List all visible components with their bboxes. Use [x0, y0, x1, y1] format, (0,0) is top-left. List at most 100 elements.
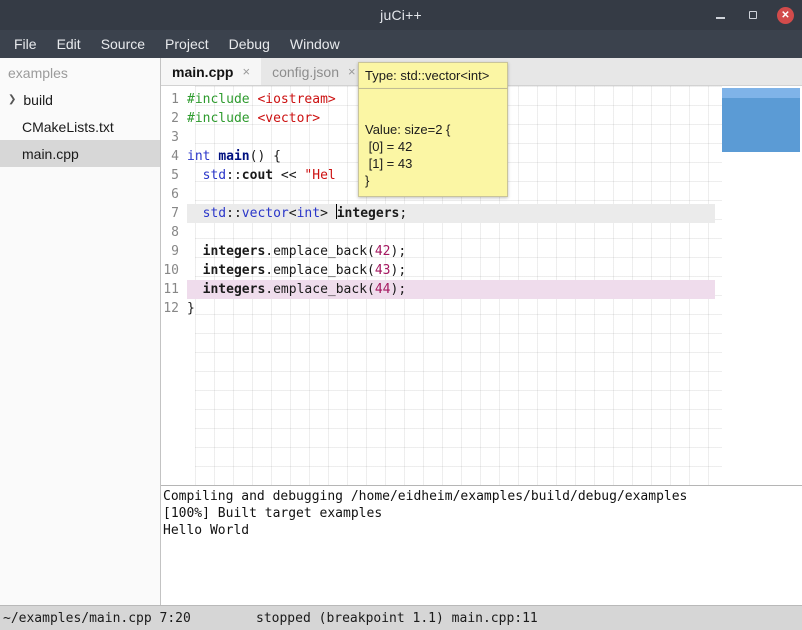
status-file-position: ~/examples/main.cpp 7:20 [0, 611, 191, 626]
code-token: .emplace_back( [265, 244, 375, 259]
tree-item-build[interactable]: ❯ build [0, 86, 160, 113]
code-token: 44 [375, 282, 391, 297]
code-line[interactable]: integers.emplace_back(44); [187, 280, 715, 299]
project-name: examples [0, 58, 160, 86]
code-token: :: [226, 206, 242, 221]
code-token: #include [187, 92, 257, 107]
code-token: integers [337, 206, 400, 221]
tab-config-json[interactable]: config.json × [261, 58, 367, 85]
code-token: "Hel [304, 168, 335, 183]
code-token: } [187, 301, 195, 316]
chevron-right-icon: ❯ [8, 94, 16, 105]
code-token: () { [250, 149, 281, 164]
editor-line: 8 [161, 223, 722, 242]
menu-bar: FileEditSourceProjectDebugWindow [0, 30, 802, 58]
code-token: std [203, 168, 226, 183]
menu-edit[interactable]: Edit [47, 30, 91, 58]
line-number[interactable]: 9 [161, 242, 187, 261]
code-token: ); [391, 282, 407, 297]
code-line[interactable]: integers.emplace_back(43); [187, 261, 715, 280]
tooltip-value-line: Value: size=2 { [365, 121, 501, 138]
line-number[interactable]: 3 [161, 128, 187, 147]
menu-window[interactable]: Window [280, 30, 350, 58]
code-token: ); [391, 244, 407, 259]
code-token: cout [242, 168, 273, 183]
close-icon[interactable]: ✕ [777, 7, 794, 24]
code-token: int [187, 149, 210, 164]
tree-item-label: build [23, 92, 53, 108]
tooltip-value-block: Value: size=2 { [0] = 42 [1] = 43} [358, 89, 508, 197]
code-token: main [218, 149, 249, 164]
editor-line: 12} [161, 299, 722, 318]
code-token: .emplace_back( [265, 263, 375, 278]
line-number[interactable]: 5 [161, 166, 187, 185]
tab-label: config.json [272, 64, 339, 80]
menu-file[interactable]: File [4, 30, 47, 58]
line-number[interactable]: 12 [161, 299, 187, 318]
code-token: ); [391, 263, 407, 278]
code-token: vector [242, 206, 289, 221]
tree-item-main-cpp[interactable]: main.cpp [0, 140, 160, 167]
tree-item-cmakelists-txt[interactable]: CMakeLists.txt [0, 113, 160, 140]
tooltip-value-line: [1] = 43 [365, 155, 501, 172]
terminal-line: Hello World [163, 523, 800, 540]
window-title: juCi++ [0, 7, 802, 23]
tab-label: main.cpp [172, 64, 233, 80]
file-tree: ❯ build CMakeLists.txt main.cpp [0, 86, 160, 167]
code-line[interactable]: std::vector<int> integers; [187, 204, 715, 223]
code-token: <vector> [257, 111, 320, 126]
code-token [187, 168, 203, 183]
line-number[interactable]: 1 [161, 90, 187, 109]
line-number[interactable]: 7 [161, 204, 187, 223]
code-token: 43 [375, 263, 391, 278]
code-token [187, 206, 203, 221]
menu-source[interactable]: Source [91, 30, 155, 58]
menu-project[interactable]: Project [155, 30, 219, 58]
code-token: << [273, 168, 304, 183]
restore-icon[interactable] [744, 6, 762, 24]
status-bar: ~/examples/main.cpp 7:20 stopped (breakp… [0, 605, 802, 630]
terminal-line: Compiling and debugging /home/eidheim/ex… [163, 489, 800, 506]
scrollbar-thumb[interactable] [722, 88, 800, 152]
menu-debug[interactable]: Debug [219, 30, 280, 58]
tooltip-value-line: [0] = 42 [365, 138, 501, 155]
code-token: < [289, 206, 297, 221]
line-number[interactable]: 10 [161, 261, 187, 280]
editor-line: 10 integers.emplace_back(43); [161, 261, 722, 280]
code-token [187, 282, 203, 297]
status-debug-state: stopped (breakpoint 1.1) main.cpp:11 [256, 611, 538, 626]
line-number[interactable]: 2 [161, 109, 187, 128]
code-token: > [320, 206, 336, 221]
file-browser: examples ❯ build CMakeLists.txt main.cpp [0, 58, 161, 605]
tree-item-label: main.cpp [22, 146, 79, 162]
code-token [187, 263, 203, 278]
minimize-icon[interactable] [711, 6, 729, 24]
window-controls: ✕ [711, 0, 794, 30]
line-number[interactable]: 8 [161, 223, 187, 242]
code-token: <iostream> [257, 92, 335, 107]
code-token: std [203, 206, 226, 221]
editor-line: 11 integers.emplace_back(44); [161, 280, 722, 299]
code-token: int [297, 206, 320, 221]
code-line[interactable]: integers.emplace_back(42); [187, 242, 715, 261]
editor-scroll-area [722, 86, 802, 485]
tooltip-type-line: Type: std::vector<int> [358, 62, 508, 89]
code-line[interactable]: } [187, 299, 715, 318]
code-token: integers [203, 263, 266, 278]
line-number[interactable]: 4 [161, 147, 187, 166]
tree-item-label: CMakeLists.txt [22, 119, 114, 135]
terminal-line: [100%] Built target examples [163, 506, 800, 523]
tooltip-value-line: } [365, 172, 501, 189]
tab-close-icon[interactable]: × [348, 64, 356, 79]
code-token: #include [187, 111, 257, 126]
output-terminal[interactable]: Compiling and debugging /home/eidheim/ex… [161, 485, 802, 605]
line-number[interactable]: 11 [161, 280, 187, 299]
title-bar: juCi++ ✕ [0, 0, 802, 30]
tab-close-icon[interactable]: × [242, 64, 250, 79]
tab-main-cpp[interactable]: main.cpp × [161, 58, 261, 85]
line-number[interactable]: 6 [161, 185, 187, 204]
editor-line: 7 std::vector<int> integers; [161, 204, 722, 223]
code-token: integers [203, 244, 266, 259]
editor-line: 9 integers.emplace_back(42); [161, 242, 722, 261]
code-line[interactable] [187, 223, 715, 242]
